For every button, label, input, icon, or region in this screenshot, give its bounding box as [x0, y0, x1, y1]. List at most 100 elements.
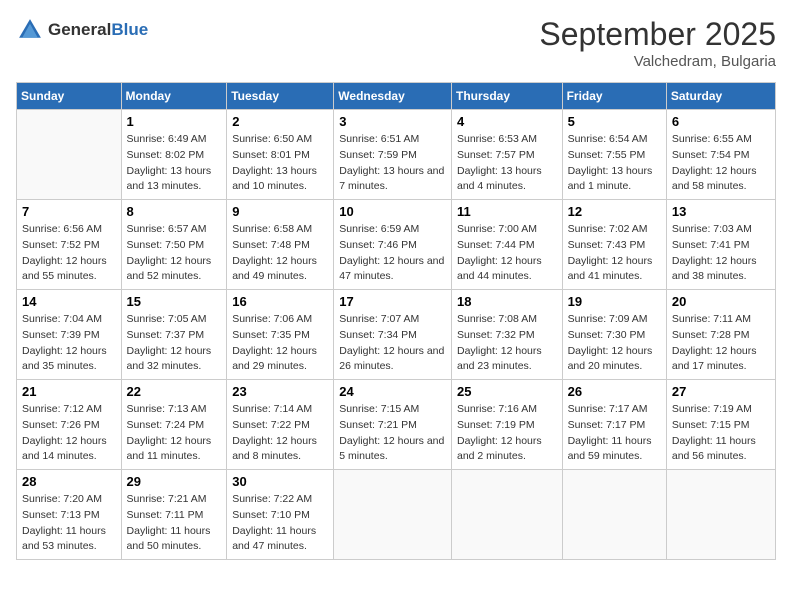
day-info: Sunrise: 6:55 AMSunset: 7:54 PMDaylight:… — [672, 132, 770, 195]
day-info: Sunrise: 7:07 AMSunset: 7:34 PMDaylight:… — [339, 312, 446, 375]
day-number: 10 — [339, 204, 446, 219]
calendar-cell: 9 Sunrise: 6:58 AMSunset: 7:48 PMDaylight… — [227, 200, 334, 290]
day-number: 12 — [568, 204, 661, 219]
logo-general: General — [48, 20, 111, 39]
weekday-header-monday: Monday — [121, 83, 227, 110]
calendar-cell: 12 Sunrise: 7:02 AMSunset: 7:43 PMDayligh… — [562, 200, 666, 290]
day-number: 9 — [232, 204, 328, 219]
calendar-cell: 20 Sunrise: 7:11 AMSunset: 7:28 PMDayligh… — [666, 290, 775, 380]
day-number: 2 — [232, 114, 328, 129]
day-info: Sunrise: 7:14 AMSunset: 7:22 PMDaylight:… — [232, 402, 328, 465]
day-number: 1 — [127, 114, 222, 129]
day-info: Sunrise: 7:00 AMSunset: 7:44 PMDaylight:… — [457, 222, 557, 285]
calendar-week-row: 1 Sunrise: 6:49 AMSunset: 8:02 PMDaylight… — [17, 110, 776, 200]
day-number: 4 — [457, 114, 557, 129]
weekday-header-friday: Friday — [562, 83, 666, 110]
logo-icon — [16, 16, 44, 44]
calendar-cell: 21 Sunrise: 7:12 AMSunset: 7:26 PMDayligh… — [17, 380, 122, 470]
weekday-header-tuesday: Tuesday — [227, 83, 334, 110]
calendar-cell: 26 Sunrise: 7:17 AMSunset: 7:17 PMDayligh… — [562, 380, 666, 470]
day-info: Sunrise: 7:08 AMSunset: 7:32 PMDaylight:… — [457, 312, 557, 375]
day-info: Sunrise: 7:06 AMSunset: 7:35 PMDaylight:… — [232, 312, 328, 375]
day-info: Sunrise: 7:15 AMSunset: 7:21 PMDaylight:… — [339, 402, 446, 465]
day-info: Sunrise: 6:59 AMSunset: 7:46 PMDaylight:… — [339, 222, 446, 285]
weekday-header-row: SundayMondayTuesdayWednesdayThursdayFrid… — [17, 83, 776, 110]
day-number: 17 — [339, 294, 446, 309]
calendar-cell — [451, 470, 562, 560]
weekday-header-sunday: Sunday — [17, 83, 122, 110]
day-number: 18 — [457, 294, 557, 309]
calendar-cell: 17 Sunrise: 7:07 AMSunset: 7:34 PMDayligh… — [334, 290, 452, 380]
day-number: 20 — [672, 294, 770, 309]
day-info: Sunrise: 7:20 AMSunset: 7:13 PMDaylight:… — [22, 492, 116, 555]
day-number: 25 — [457, 384, 557, 399]
calendar-week-row: 21 Sunrise: 7:12 AMSunset: 7:26 PMDayligh… — [17, 380, 776, 470]
day-info: Sunrise: 7:11 AMSunset: 7:28 PMDaylight:… — [672, 312, 770, 375]
day-number: 21 — [22, 384, 116, 399]
calendar-cell: 6 Sunrise: 6:55 AMSunset: 7:54 PMDaylight… — [666, 110, 775, 200]
calendar-table: SundayMondayTuesdayWednesdayThursdayFrid… — [16, 82, 776, 560]
calendar-cell — [17, 110, 122, 200]
calendar-cell: 18 Sunrise: 7:08 AMSunset: 7:32 PMDayligh… — [451, 290, 562, 380]
calendar-week-row: 7 Sunrise: 6:56 AMSunset: 7:52 PMDaylight… — [17, 200, 776, 290]
day-info: Sunrise: 7:03 AMSunset: 7:41 PMDaylight:… — [672, 222, 770, 285]
calendar-cell: 27 Sunrise: 7:19 AMSunset: 7:15 PMDayligh… — [666, 380, 775, 470]
day-number: 14 — [22, 294, 116, 309]
calendar-cell — [334, 470, 452, 560]
calendar-cell: 24 Sunrise: 7:15 AMSunset: 7:21 PMDayligh… — [334, 380, 452, 470]
logo-blue: Blue — [111, 20, 148, 39]
day-info: Sunrise: 7:17 AMSunset: 7:17 PMDaylight:… — [568, 402, 661, 465]
day-info: Sunrise: 7:19 AMSunset: 7:15 PMDaylight:… — [672, 402, 770, 465]
calendar-cell: 15 Sunrise: 7:05 AMSunset: 7:37 PMDayligh… — [121, 290, 227, 380]
calendar-week-row: 14 Sunrise: 7:04 AMSunset: 7:39 PMDayligh… — [17, 290, 776, 380]
weekday-header-thursday: Thursday — [451, 83, 562, 110]
day-number: 5 — [568, 114, 661, 129]
calendar-cell — [562, 470, 666, 560]
calendar-cell: 13 Sunrise: 7:03 AMSunset: 7:41 PMDayligh… — [666, 200, 775, 290]
calendar-cell: 3Sunrise: 6:51 AMSunset: 7:59 PMDaylight… — [334, 110, 452, 200]
day-info: Sunrise: 7:16 AMSunset: 7:19 PMDaylight:… — [457, 402, 557, 465]
day-info: Sunrise: 6:53 AMSunset: 7:57 PMDaylight:… — [457, 132, 557, 195]
day-number: 3 — [339, 114, 446, 129]
calendar-cell: 1 Sunrise: 6:49 AMSunset: 8:02 PMDaylight… — [121, 110, 227, 200]
day-info: Sunrise: 6:57 AMSunset: 7:50 PMDaylight:… — [127, 222, 222, 285]
day-info: Sunrise: 7:22 AMSunset: 7:10 PMDaylight:… — [232, 492, 328, 555]
day-info: Sunrise: 7:02 AMSunset: 7:43 PMDaylight:… — [568, 222, 661, 285]
calendar-cell: 28 Sunrise: 7:20 AMSunset: 7:13 PMDayligh… — [17, 470, 122, 560]
day-number: 27 — [672, 384, 770, 399]
location-subtitle: Valchedram, Bulgaria — [539, 53, 776, 70]
calendar-cell: 22Sunrise: 7:13 AMSunset: 7:24 PMDayligh… — [121, 380, 227, 470]
calendar-cell: 23 Sunrise: 7:14 AMSunset: 7:22 PMDayligh… — [227, 380, 334, 470]
month-title: September 2025 — [539, 16, 776, 53]
calendar-cell: 7 Sunrise: 6:56 AMSunset: 7:52 PMDaylight… — [17, 200, 122, 290]
day-info: Sunrise: 7:13 AMSunset: 7:24 PMDaylight:… — [127, 402, 222, 465]
day-number: 13 — [672, 204, 770, 219]
day-number: 29 — [127, 474, 222, 489]
day-number: 8 — [127, 204, 222, 219]
day-number: 19 — [568, 294, 661, 309]
weekday-header-wednesday: Wednesday — [334, 83, 452, 110]
day-info: Sunrise: 7:04 AMSunset: 7:39 PMDaylight:… — [22, 312, 116, 375]
page-header: GeneralBlue September 2025 Valchedram, B… — [16, 16, 776, 70]
calendar-cell: 10 Sunrise: 6:59 AMSunset: 7:46 PMDayligh… — [334, 200, 452, 290]
day-number: 26 — [568, 384, 661, 399]
calendar-cell: 4 Sunrise: 6:53 AMSunset: 7:57 PMDaylight… — [451, 110, 562, 200]
day-number: 23 — [232, 384, 328, 399]
day-info: Sunrise: 6:54 AMSunset: 7:55 PMDaylight:… — [568, 132, 661, 195]
calendar-cell: 14 Sunrise: 7:04 AMSunset: 7:39 PMDayligh… — [17, 290, 122, 380]
day-number: 6 — [672, 114, 770, 129]
day-number: 15 — [127, 294, 222, 309]
day-info: Sunrise: 6:58 AMSunset: 7:48 PMDaylight:… — [232, 222, 328, 285]
day-info: Sunrise: 7:05 AMSunset: 7:37 PMDaylight:… — [127, 312, 222, 375]
day-info: Sunrise: 7:21 AMSunset: 7:11 PMDaylight:… — [127, 492, 222, 555]
calendar-cell: 11Sunrise: 7:00 AMSunset: 7:44 PMDayligh… — [451, 200, 562, 290]
day-info: Sunrise: 6:49 AMSunset: 8:02 PMDaylight:… — [127, 132, 222, 195]
day-info: Sunrise: 6:56 AMSunset: 7:52 PMDaylight:… — [22, 222, 116, 285]
day-number: 24 — [339, 384, 446, 399]
day-number: 16 — [232, 294, 328, 309]
calendar-cell: 5 Sunrise: 6:54 AMSunset: 7:55 PMDaylight… — [562, 110, 666, 200]
day-number: 7 — [22, 204, 116, 219]
weekday-header-saturday: Saturday — [666, 83, 775, 110]
day-number: 28 — [22, 474, 116, 489]
day-info: Sunrise: 7:12 AMSunset: 7:26 PMDaylight:… — [22, 402, 116, 465]
